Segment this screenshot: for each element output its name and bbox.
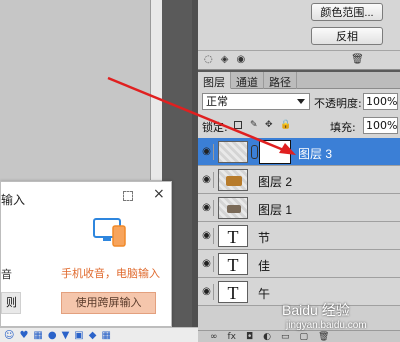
tab-channels[interactable]: 通道 bbox=[231, 72, 264, 89]
lock-transparency-icon[interactable] bbox=[234, 121, 242, 129]
eye-icon[interactable]: ◉ bbox=[200, 144, 214, 160]
qr-code-icon[interactable] bbox=[123, 191, 133, 201]
layer-name: 节 bbox=[258, 231, 271, 245]
fx-icon[interactable]: fx bbox=[228, 332, 237, 342]
blend-mode-value: 正常 bbox=[206, 95, 228, 108]
eye-icon[interactable]: ◉ bbox=[200, 200, 214, 216]
heart-icon[interactable]: ♥ bbox=[19, 330, 28, 341]
new-layer-icon[interactable]: ▢ bbox=[300, 332, 309, 342]
layer-thumbnail bbox=[218, 197, 248, 219]
fill-input[interactable]: 100% bbox=[363, 117, 398, 134]
eye-icon[interactable]: ◉ bbox=[200, 284, 214, 300]
layer-name: 午 bbox=[258, 287, 271, 301]
ime-left-button[interactable]: 则 bbox=[1, 292, 21, 314]
grid-icon[interactable]: ▦ bbox=[101, 330, 110, 341]
ime-cross-screen-text: 手机收音，电脑输入 bbox=[61, 267, 160, 280]
layers-bottom-bar: ∞ fx ◘ ◐ ▭ ▢ 🗑 bbox=[198, 330, 400, 342]
use-cross-screen-button[interactable]: 使用跨屏输入 bbox=[61, 292, 156, 314]
move-icon[interactable]: ✥ bbox=[265, 120, 275, 130]
layer-row[interactable]: ◉ 图层 1 bbox=[198, 194, 400, 222]
eye-icon[interactable]: ◉ bbox=[236, 54, 245, 65]
eye-icon[interactable]: ◉ bbox=[200, 228, 214, 244]
tab-layers[interactable]: 图层 bbox=[198, 72, 231, 89]
mic-icon[interactable]: ● bbox=[48, 330, 57, 341]
ime-left-text: 音 bbox=[1, 268, 12, 281]
chevron-down-icon bbox=[297, 99, 305, 104]
canvas-scroll-strip bbox=[150, 0, 162, 180]
layer-name: 佳 bbox=[258, 259, 271, 273]
watermark: Baidu 经验 jingyan.baidu.com bbox=[282, 300, 367, 331]
lock-row: 锁定: ✎ ✥ 🔒 填充: 100% bbox=[198, 116, 400, 136]
layer-row[interactable]: ◉ T 节 bbox=[198, 222, 400, 250]
channels-bottom-bar: ◌ ◈ ◉ 🗑 bbox=[198, 50, 400, 68]
layer-thumbnail bbox=[218, 141, 248, 163]
text-layer-thumbnail: T bbox=[218, 281, 248, 303]
chain-link-icon[interactable] bbox=[251, 145, 258, 159]
layer-name: 图层 3 bbox=[298, 147, 333, 161]
thumb-content bbox=[226, 176, 242, 186]
link-icon[interactable]: ∞ bbox=[210, 332, 218, 342]
text-layer-thumbnail: T bbox=[218, 253, 248, 275]
trash-icon[interactable]: 🗑 bbox=[351, 54, 364, 65]
color-range-button[interactable]: 颜色范围... bbox=[311, 3, 383, 21]
close-icon[interactable]: × bbox=[153, 186, 165, 202]
layer-row[interactable]: ◉ 图层 3 bbox=[198, 138, 400, 166]
ime-toolbar: ☺ ♥ ▦ ● ▼ ▣ ◆ ▦ bbox=[0, 327, 198, 342]
panel-tabs: 图层 通道 路径 bbox=[198, 72, 400, 89]
blend-mode-select[interactable]: 正常 bbox=[202, 93, 310, 110]
save-selection-icon[interactable]: ◈ bbox=[221, 54, 229, 65]
layer-name: 图层 2 bbox=[258, 175, 293, 189]
channels-panel: 颜色范围... 反相 ◌ ◈ ◉ 🗑 bbox=[198, 0, 400, 70]
opacity-label: 不透明度: bbox=[314, 97, 362, 110]
dialog-title: 输入 bbox=[1, 193, 26, 207]
layer-row[interactable]: ◉ 图层 2 bbox=[198, 166, 400, 194]
lock-icon[interactable]: 🔒 bbox=[280, 120, 291, 130]
ime-dialog: 输入 × 音 手机收音，电脑输入 则 使用跨屏输入 bbox=[0, 181, 172, 327]
layer-row[interactable]: ◉ T 佳 bbox=[198, 250, 400, 278]
layer-mask-thumbnail[interactable] bbox=[259, 140, 291, 164]
watermark-url: jingyan.baidu.com bbox=[286, 320, 367, 331]
blend-row: 正常 不透明度: 100% bbox=[198, 92, 400, 112]
text-layer-thumbnail: T bbox=[218, 225, 248, 247]
eye-icon[interactable]: ◉ bbox=[200, 172, 214, 188]
fill-label: 填充: bbox=[330, 121, 356, 134]
layer-thumbnail bbox=[218, 169, 248, 191]
emoji-icon[interactable]: ☺ bbox=[4, 330, 14, 341]
brush-icon[interactable]: ✎ bbox=[250, 120, 260, 130]
invert-button[interactable]: 反相 bbox=[311, 27, 383, 45]
folder-icon[interactable]: ▭ bbox=[281, 332, 290, 342]
mask-icon[interactable]: ◘ bbox=[246, 332, 253, 342]
trash-icon[interactable]: 🗑 bbox=[318, 332, 329, 342]
thumb-content bbox=[227, 205, 241, 213]
eye-icon[interactable]: ◉ bbox=[200, 256, 214, 272]
gift-icon[interactable]: ▣ bbox=[74, 330, 83, 341]
watermark-brand: Baidu 经验 bbox=[282, 302, 350, 318]
adjustment-icon[interactable]: ◐ bbox=[263, 332, 271, 342]
phone-monitor-icon bbox=[93, 218, 126, 247]
opacity-input[interactable]: 100% bbox=[363, 93, 398, 110]
tab-paths[interactable]: 路径 bbox=[264, 72, 297, 89]
dotted-circle-icon[interactable]: ◌ bbox=[204, 54, 213, 65]
layer-name: 图层 1 bbox=[258, 203, 293, 217]
lock-label: 锁定: bbox=[202, 121, 228, 134]
grid-icon[interactable]: ▦ bbox=[33, 330, 42, 341]
tshirt-icon[interactable]: ▼ bbox=[62, 330, 70, 341]
cube-icon[interactable]: ◆ bbox=[89, 330, 97, 341]
